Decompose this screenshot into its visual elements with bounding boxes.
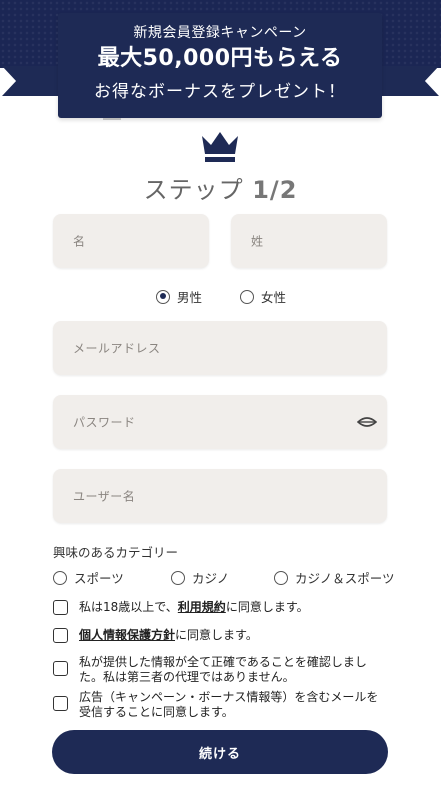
consent-privacy-text: 個人情報保護方針に同意します。	[79, 628, 379, 643]
interest-sports-radio[interactable]	[53, 570, 67, 585]
gender-male-option[interactable]: 男性	[156, 287, 202, 306]
username-placeholder: ユーザー名	[73, 489, 136, 504]
interest-sports-label: スポーツ	[74, 571, 124, 586]
consent-age-prefix: 私は18歳以上で、	[79, 600, 178, 614]
banner-title: 新規会員登録キャンペーン	[133, 25, 307, 41]
ribbon-tail-left	[2, 66, 66, 96]
banner-headline: 最大50,000円もらえる	[97, 46, 343, 71]
gender-male-label: 男性	[177, 290, 203, 305]
first-name-field[interactable]: 名	[53, 214, 209, 268]
last-name-placeholder: 姓	[251, 234, 264, 249]
step-value: 1/2	[252, 176, 298, 204]
consent-privacy-row[interactable]: 個人情報保護方針に同意します。	[53, 628, 379, 643]
campaign-banner: 新規会員登録キャンペーン 最大50,000円もらえる お得なボーナスをプレゼント…	[58, 13, 382, 118]
interest-casino-radio[interactable]	[171, 570, 185, 585]
consent-marketing-text: 広告（キャンペーン・ボーナス情報等）を含むメールを受信することに同意します。	[79, 690, 379, 719]
gender-female-option[interactable]: 女性	[240, 287, 286, 306]
consent-privacy-checkbox[interactable]	[53, 628, 68, 643]
continue-button[interactable]: 続ける	[52, 730, 388, 774]
gender-male-radio[interactable]	[156, 289, 170, 304]
last-name-field[interactable]: 姓	[231, 214, 387, 268]
consent-privacy-suffix: に同意します。	[175, 628, 258, 642]
ribbon-tail-right	[375, 66, 439, 96]
password-placeholder: パスワード	[73, 415, 136, 430]
gender-female-radio[interactable]	[240, 289, 254, 304]
step-indicator: ステップ 1/2	[0, 170, 441, 205]
email-field[interactable]: メールアドレス	[53, 321, 387, 375]
consent-age-checkbox[interactable]	[53, 600, 68, 615]
username-field[interactable]: ユーザー名	[53, 469, 387, 523]
show-password-icon[interactable]	[357, 415, 377, 429]
divider	[103, 118, 121, 120]
email-placeholder: メールアドレス	[73, 341, 161, 356]
consent-accuracy-checkbox[interactable]	[53, 661, 68, 676]
terms-link[interactable]: 利用規約	[178, 600, 226, 614]
interests-label: 興味のあるカテゴリー	[53, 545, 179, 560]
password-field[interactable]: パスワード	[53, 395, 387, 449]
privacy-policy-link[interactable]: 個人情報保護方針	[79, 628, 175, 642]
interest-casino-label: カジノ	[192, 571, 230, 586]
step-label: ステップ	[143, 176, 244, 204]
interest-option-sports[interactable]: スポーツ	[53, 568, 124, 587]
interest-option-casino[interactable]: カジノ	[171, 568, 229, 587]
first-name-placeholder: 名	[73, 234, 86, 249]
interest-both-label: カジノ＆スポーツ	[295, 571, 395, 586]
consent-marketing-checkbox[interactable]	[53, 696, 68, 711]
gender-female-label: 女性	[261, 290, 287, 305]
consent-age-suffix: に同意します。	[225, 600, 309, 614]
consent-age-row[interactable]: 私は18歳以上で、利用規約に同意します。	[53, 600, 379, 615]
crown-icon	[202, 132, 238, 162]
consent-age-text: 私は18歳以上で、利用規約に同意します。	[79, 600, 379, 615]
consent-marketing-row[interactable]: 広告（キャンペーン・ボーナス情報等）を含むメールを受信することに同意します。	[53, 690, 379, 720]
interest-both-radio[interactable]	[274, 570, 288, 585]
interest-option-both[interactable]: カジノ＆スポーツ	[274, 568, 395, 587]
banner-subtitle: お得なボーナスをプレゼント！	[94, 82, 346, 102]
consent-accuracy-text: 私が提供した情報が全て正確であることを確認しました。私は第三者の代理ではありませ…	[79, 655, 367, 684]
consent-accuracy-row[interactable]: 私が提供した情報が全て正確であることを確認しました。私は第三者の代理ではありませ…	[53, 655, 379, 685]
